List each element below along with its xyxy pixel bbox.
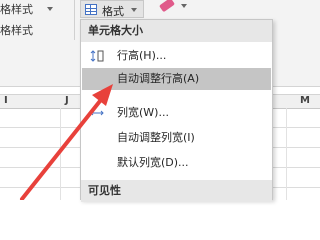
column-width-icon	[90, 110, 104, 116]
grid-line	[286, 108, 287, 200]
clear-dropdown-icon[interactable]	[181, 4, 187, 8]
column-header-j[interactable]: J	[65, 95, 69, 106]
format-button[interactable]: 格式	[80, 0, 144, 18]
format-table-icon	[85, 4, 97, 15]
cell-styles-dropdown-icon[interactable]	[47, 7, 53, 11]
menu-item-label: 默认列宽(D)...	[117, 156, 189, 169]
menu-item-label: 自动调整列宽(I)	[117, 131, 195, 144]
menu-item-column-width[interactable]: 列宽(W)...	[82, 102, 271, 124]
row-height-icon	[90, 50, 104, 62]
format-dropdown-icon	[131, 8, 137, 12]
menu-item-row-height[interactable]: 行高(H)...	[82, 45, 271, 67]
menu-section-cell-size: 单元格大小	[81, 20, 272, 42]
format-dropdown-menu: 单元格大小 行高(H)... 自动调整行高(A) 列宽(W)... 自动调整列宽…	[80, 19, 273, 202]
column-header-m[interactable]: M	[300, 95, 310, 106]
menu-item-label: 列宽(W)...	[117, 106, 169, 119]
menu-item-label: 自动调整行高(A)	[117, 72, 200, 85]
menu-item-autofit-row-height[interactable]: 自动调整行高(A)	[82, 68, 271, 90]
ribbon-separator	[74, 0, 75, 40]
cell-styles-button-label[interactable]: 格样式	[0, 1, 33, 17]
eraser-icon[interactable]	[158, 0, 176, 13]
menu-item-label: 行高(H)...	[117, 49, 167, 62]
menu-section-visibility: 可见性	[81, 180, 272, 202]
menu-item-autofit-column-width[interactable]: 自动调整列宽(I)	[82, 127, 271, 149]
column-header-i[interactable]: I	[4, 95, 8, 106]
format-button-label: 格式	[102, 5, 124, 18]
menu-item-default-width[interactable]: 默认列宽(D)...	[82, 152, 271, 174]
grid-line	[60, 108, 61, 200]
styles-group-label: 格样式	[0, 24, 33, 37]
